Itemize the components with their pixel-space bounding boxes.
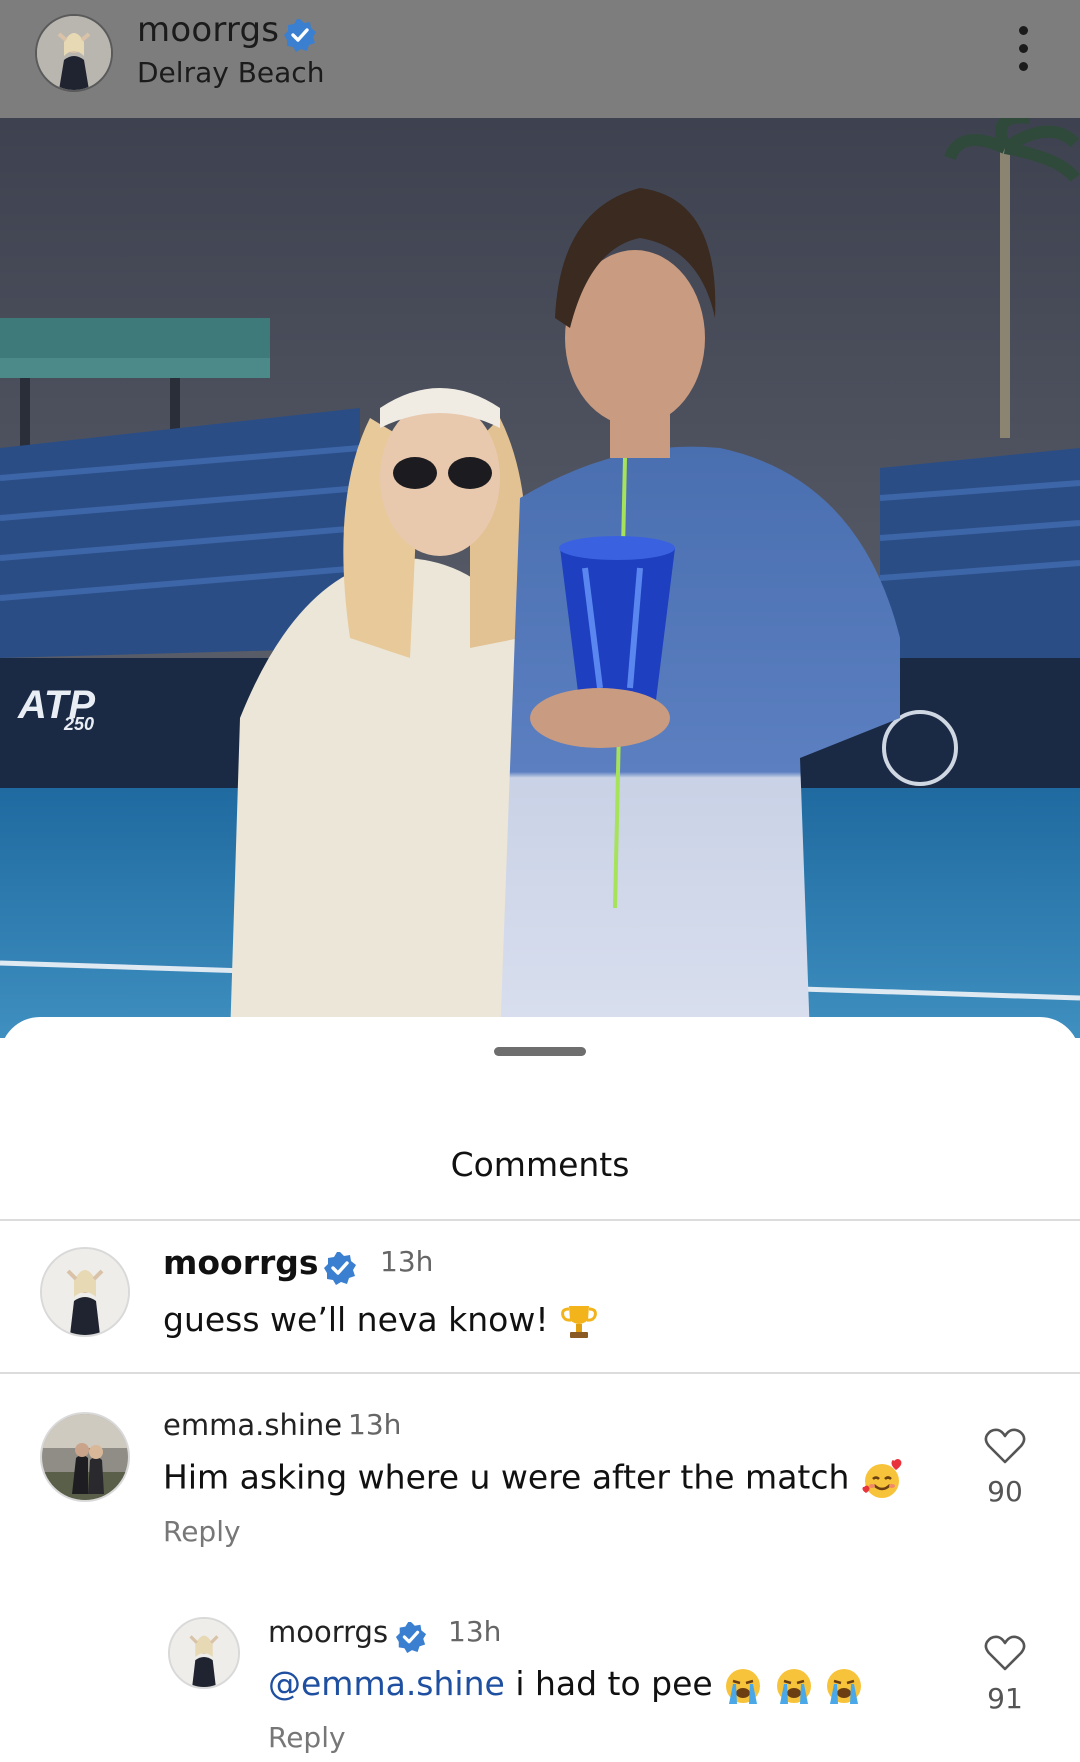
comment-time: 13h: [348, 1408, 402, 1441]
smiling-face-with-hearts-emoji: [862, 1459, 902, 1498]
loudly-crying-face-emoji: [776, 1668, 811, 1704]
caption-divider: [0, 1372, 1080, 1374]
verified-badge-icon: [395, 1621, 427, 1653]
author-avatar[interactable]: [35, 14, 113, 92]
commenter-avatar[interactable]: [168, 1617, 240, 1689]
comments-sheet: Comments moorrgs 13h guess we’ll neva kn…: [0, 1017, 1080, 1762]
reply-text: @emma.shine i had to pee: [268, 1664, 864, 1706]
like-count: 91: [987, 1682, 1023, 1715]
commenter-avatar[interactable]: [40, 1412, 130, 1502]
like-heart-icon[interactable]: [984, 1427, 1026, 1465]
crying-emoji-group: [723, 1664, 864, 1704]
comment-text: guess we’ll neva know!: [163, 1300, 599, 1342]
trophy-emoji: [561, 1305, 597, 1338]
atp-250-sign: 250: [63, 714, 94, 734]
comment-username[interactable]: moorrgs: [163, 1243, 319, 1282]
comment-text: Him asking where u were after the match: [163, 1457, 904, 1501]
commenter-avatar[interactable]: [40, 1247, 130, 1337]
more-vertical-icon[interactable]: [1008, 26, 1038, 80]
like-count: 90: [987, 1475, 1023, 1508]
post-header: moorrgs Delray Beach: [0, 0, 1080, 118]
like-heart-icon[interactable]: [984, 1634, 1026, 1672]
reply-time: 13h: [448, 1615, 502, 1648]
sheet-drag-handle[interactable]: [494, 1047, 586, 1056]
verified-badge-icon: [324, 1252, 356, 1285]
comments-title: Comments: [450, 1145, 630, 1184]
loudly-crying-face-emoji: [827, 1668, 862, 1704]
post-viewer: moorrgs Delray Beach ATP 250 Comments mo…: [0, 0, 1080, 1762]
verified-badge-icon: [284, 19, 316, 52]
reply-button[interactable]: Reply: [268, 1721, 346, 1754]
comment-username[interactable]: emma.shine: [163, 1408, 342, 1442]
reply-button[interactable]: Reply: [163, 1515, 241, 1548]
reply-username[interactable]: moorrgs: [268, 1615, 388, 1649]
title-divider: [0, 1219, 1080, 1221]
loudly-crying-face-emoji: [726, 1668, 761, 1704]
author-username[interactable]: moorrgs: [137, 10, 279, 50]
post-photo[interactable]: ATP 250: [0, 118, 1080, 1038]
comment-time: 13h: [380, 1245, 434, 1278]
post-location[interactable]: Delray Beach: [137, 56, 324, 89]
mention-link[interactable]: @emma.shine: [268, 1664, 505, 1703]
